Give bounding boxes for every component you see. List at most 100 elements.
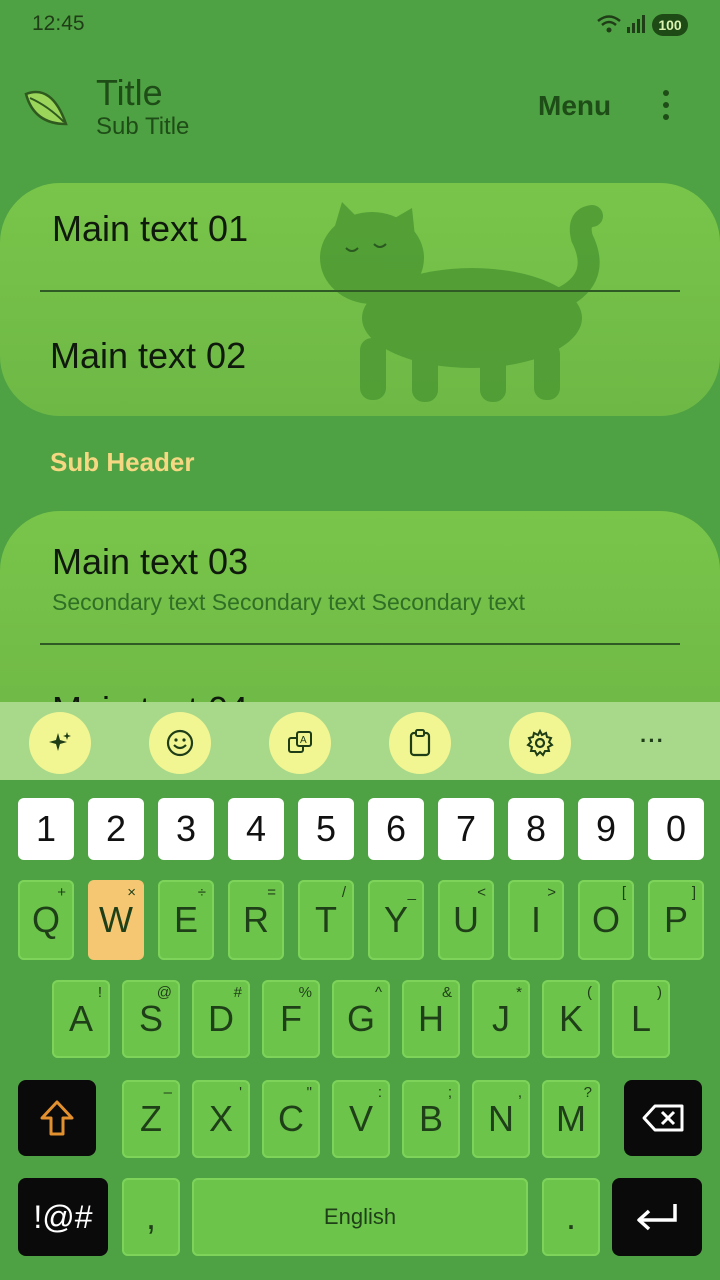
key-label: V [348, 1098, 373, 1139]
list-item-secondary-text: Secondary text Secondary text Secondary … [52, 589, 526, 615]
comma-key[interactable]: , [122, 1178, 180, 1256]
key-label: B [418, 1098, 443, 1139]
key-hint: _ [407, 884, 416, 901]
svg-text:A: A [300, 735, 307, 746]
letter-key[interactable]: E ÷ [158, 880, 214, 960]
letter-key[interactable]: I > [508, 880, 564, 960]
clock: 12:45 [32, 12, 85, 35]
letter-key[interactable]: G ^ [332, 980, 390, 1058]
battery-indicator: 100 [652, 14, 688, 36]
letter-key[interactable]: V: [332, 1080, 390, 1158]
divider [40, 290, 680, 292]
key-label: X [208, 1098, 233, 1139]
key-label: A [68, 998, 93, 1039]
list-card: Main text 01 Main text 02 [0, 183, 720, 416]
key-hint: * [516, 984, 522, 1001]
letter-key[interactable]: B; [402, 1080, 460, 1158]
letter-key[interactable]: S @ [122, 980, 180, 1058]
key-hint: > [547, 884, 556, 901]
letter-key[interactable]: F% [262, 980, 320, 1058]
app-subtitle: Sub Title [96, 113, 190, 140]
number-key[interactable]: 9 [578, 798, 634, 860]
status-bar: 12:45 100 [0, 0, 720, 50]
letter-key[interactable]: O[ [578, 880, 634, 960]
key-label: P [663, 899, 688, 940]
letter-key[interactable]: A! [52, 980, 110, 1058]
sparkle-icon[interactable] [29, 712, 91, 774]
letter-key[interactable]: W × [88, 880, 144, 960]
key-hint: ^ [374, 984, 382, 1001]
number-key[interactable]: 6 [368, 798, 424, 860]
key-hint: ÷ [197, 884, 206, 901]
key-label: J [492, 998, 510, 1039]
key-label: K [558, 998, 583, 1039]
number-key[interactable]: 0 [648, 798, 704, 860]
key-label: G [346, 998, 375, 1039]
list-item-main-text[interactable]: Main text 01 [52, 208, 248, 250]
leaf-icon [24, 90, 68, 126]
letter-key[interactable]: Y _ [368, 880, 424, 960]
key-label: C [278, 1098, 304, 1139]
key-hint: + [57, 884, 66, 901]
letter-key[interactable]: D # [192, 980, 250, 1058]
space-key[interactable]: English [192, 1178, 528, 1256]
key-label: W [99, 899, 133, 940]
letter-key[interactable]: C " [262, 1080, 320, 1158]
settings-gear-icon[interactable] [509, 712, 571, 774]
menu-button[interactable]: Menu [538, 90, 611, 122]
enter-key[interactable] [612, 1178, 702, 1256]
letter-key[interactable]: P] [648, 880, 704, 960]
key-label: D [208, 998, 234, 1039]
key-hint: / [341, 884, 346, 901]
letter-key[interactable]: L) [612, 980, 670, 1058]
emoji-icon[interactable] [149, 712, 211, 774]
letter-key[interactable]: H & [402, 980, 460, 1058]
letter-key[interactable]: M? [542, 1080, 600, 1158]
key-label: O [591, 899, 620, 940]
key-hint: ) [657, 984, 662, 1001]
shift-key[interactable] [18, 1080, 96, 1156]
key-hint: " [306, 1084, 312, 1101]
key-hint: % [298, 984, 312, 1001]
number-key[interactable]: 4 [228, 798, 284, 860]
translate-icon[interactable]: A [269, 712, 331, 774]
key-label: M [556, 1098, 586, 1139]
number-key[interactable]: 8 [508, 798, 564, 860]
letter-key[interactable]: J * [472, 980, 530, 1058]
number-key[interactable]: 1 [18, 798, 74, 860]
more-options-icon[interactable] [656, 90, 676, 126]
letter-key[interactable]: Q + [18, 880, 74, 960]
letter-key[interactable]: U < [438, 880, 494, 960]
key-label: U [453, 899, 479, 940]
letter-key[interactable]: K( [542, 980, 600, 1058]
key-label: E [173, 899, 198, 940]
period-key[interactable]: . [542, 1178, 600, 1256]
key-hint: ( [587, 984, 592, 1001]
list-item-main-text[interactable]: Main text 03 [52, 541, 248, 583]
letter-key[interactable]: N, [472, 1080, 530, 1158]
number-key[interactable]: 3 [158, 798, 214, 860]
number-key[interactable]: 2 [88, 798, 144, 860]
number-key[interactable]: 7 [438, 798, 494, 860]
key-label: Y [383, 899, 408, 940]
key-hint: × [127, 884, 136, 901]
key-hint: : [377, 1084, 382, 1101]
letter-key[interactable]: T / [298, 880, 354, 960]
cat-illustration [320, 202, 603, 402]
key-hint: # [233, 984, 242, 1001]
sub-header: Sub Header [50, 447, 195, 477]
clipboard-icon[interactable] [389, 712, 451, 774]
key-label: F [280, 998, 302, 1039]
number-key[interactable]: 5 [298, 798, 354, 860]
letter-key[interactable]: X ' [192, 1080, 250, 1158]
letter-key[interactable]: R = [228, 880, 284, 960]
more-toolbar-icon[interactable]: ··· [640, 728, 665, 754]
key-label: H [418, 998, 444, 1039]
letter-key[interactable]: Z – [122, 1080, 180, 1158]
divider [40, 643, 680, 645]
list-item-main-text[interactable]: Main text 02 [50, 335, 246, 377]
key-label: I [530, 899, 541, 940]
backspace-key[interactable] [624, 1080, 702, 1156]
symbols-key[interactable]: !@# [18, 1178, 108, 1256]
keyboard: 1234567890 Q + W × E ÷ R = T / Y _ U < I > O[P] A! S @ D # F%… [0, 780, 720, 1280]
